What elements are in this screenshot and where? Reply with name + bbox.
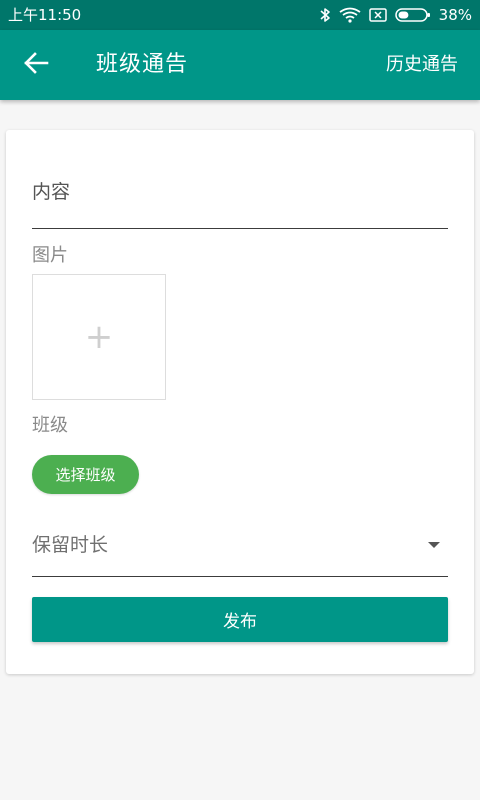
battery-icon bbox=[394, 7, 431, 23]
status-bar: 上午11:50 38% bbox=[0, 0, 480, 30]
wifi-icon bbox=[339, 7, 361, 23]
plus-icon: + bbox=[84, 317, 114, 357]
sim-blocked-icon bbox=[368, 7, 387, 23]
duration-select[interactable]: 保留时长 bbox=[32, 516, 448, 577]
duration-placeholder: 保留时长 bbox=[32, 534, 109, 556]
add-image-button[interactable]: + bbox=[32, 274, 166, 400]
back-button[interactable] bbox=[16, 47, 56, 83]
app-bar: 班级通告 历史通告 bbox=[0, 30, 480, 100]
arrow-left-icon bbox=[23, 51, 49, 79]
publish-button[interactable]: 发布 bbox=[32, 597, 448, 642]
history-notices-link[interactable]: 历史通告 bbox=[386, 53, 458, 77]
image-label: 图片 bbox=[32, 245, 68, 266]
battery-percent: 38% bbox=[438, 6, 472, 24]
page-title: 班级通告 bbox=[96, 52, 189, 77]
notice-form-card: 内容 图片 + 班级 选择班级 保留时长 发布 bbox=[6, 130, 474, 674]
status-time: 上午11:50 bbox=[8, 6, 82, 24]
bluetooth-icon bbox=[319, 7, 331, 23]
class-label: 班级 bbox=[32, 415, 68, 436]
select-class-button[interactable]: 选择班级 bbox=[32, 455, 139, 494]
content-placeholder: 内容 bbox=[32, 181, 71, 203]
status-icons: 38% bbox=[319, 5, 472, 25]
dropdown-arrow-icon bbox=[428, 542, 440, 548]
content-input[interactable] bbox=[32, 170, 448, 229]
